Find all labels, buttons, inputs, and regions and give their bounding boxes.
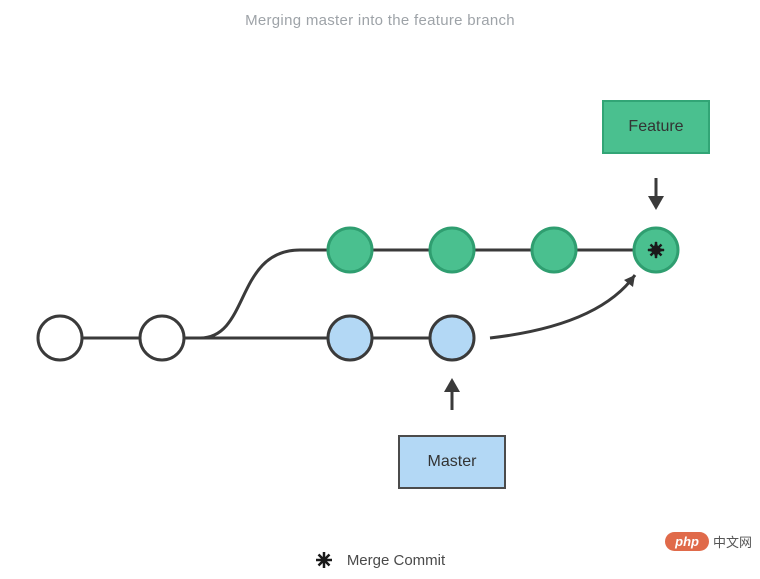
watermark-text: 中文网	[713, 532, 752, 551]
branch-curve	[200, 250, 300, 338]
legend-text: Merge Commit	[347, 552, 445, 569]
commit-master	[430, 316, 474, 360]
watermark: php 中文网	[665, 532, 752, 551]
commit-empty	[140, 316, 184, 360]
merge-arrow-curve	[490, 275, 635, 338]
commit-feature	[430, 228, 474, 272]
commit-empty	[38, 316, 82, 360]
feature-branch-text: Feature	[628, 118, 683, 136]
legend: Merge Commit	[0, 551, 760, 569]
commit-feature	[532, 228, 576, 272]
commit-master	[328, 316, 372, 360]
merge-star-icon	[315, 551, 333, 569]
commit-feature	[328, 228, 372, 272]
master-label-arrowhead	[444, 378, 460, 392]
php-badge: php	[665, 532, 709, 551]
master-branch-label: Master	[398, 435, 506, 489]
master-branch-text: Master	[428, 453, 477, 471]
feature-branch-label: Feature	[602, 100, 710, 154]
feature-label-arrowhead	[648, 196, 664, 210]
git-diagram	[0, 0, 760, 579]
